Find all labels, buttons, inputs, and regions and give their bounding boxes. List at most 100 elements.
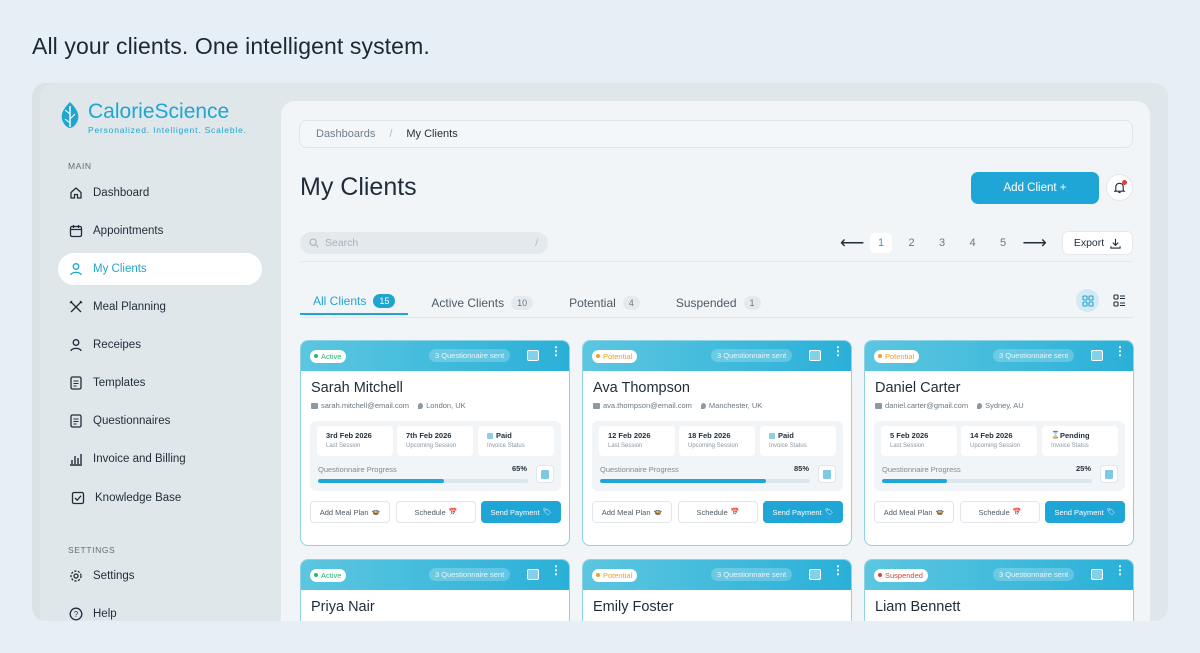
last-session: 12 Feb 2026 Last Session	[599, 426, 675, 456]
tab-potential[interactable]: Potential 4	[556, 291, 653, 315]
sidebar-item-help[interactable]: ? Help	[58, 598, 262, 621]
client-name: Liam Bennett	[875, 599, 961, 615]
toggle-icon[interactable]	[809, 350, 821, 361]
page-button-3[interactable]: 3	[931, 233, 953, 253]
schedule-button[interactable]: Schedule 📅	[396, 501, 476, 523]
page-button-5[interactable]: 5	[992, 233, 1014, 253]
page-button-4[interactable]: 4	[962, 233, 984, 253]
hourglass-icon: ⌛	[1051, 432, 1060, 439]
mail-icon	[311, 402, 318, 409]
more-options-button[interactable]: ⋮	[1114, 564, 1126, 576]
questionnaire-button[interactable]	[818, 465, 836, 483]
add-meal-plan-button[interactable]: Add Meal Plan 🍲	[874, 501, 954, 523]
progress-fill	[882, 479, 948, 483]
more-options-button[interactable]: ⋮	[832, 564, 844, 576]
toggle-icon[interactable]	[809, 569, 821, 580]
more-options-button[interactable]: ⋮	[1114, 345, 1126, 357]
clipboard-icon	[1105, 469, 1113, 479]
more-options-button[interactable]: ⋮	[832, 345, 844, 357]
brand-tagline: Personalized. Intelligent. Scaleble.	[88, 125, 247, 135]
notification-button[interactable]	[1106, 174, 1133, 201]
sidebar-item-questionnaires[interactable]: Questionnaires	[58, 405, 262, 437]
send-payment-button[interactable]: Send Payment 🏷	[481, 501, 561, 523]
logo[interactable]: CalorieScience Personalized. Intelligent…	[58, 101, 247, 135]
sidebar-item-label: My Clients	[93, 263, 147, 275]
upcoming-session-date: 7th Feb 2026	[406, 431, 452, 440]
schedule-button[interactable]: Schedule 📅	[960, 501, 1040, 523]
list-view-button[interactable]	[1109, 290, 1129, 310]
client-email: daniel.carter@gmail.com	[885, 401, 969, 410]
sidebar-item-receipes[interactable]: Receipes	[58, 329, 262, 361]
status-badge: Active	[310, 568, 347, 582]
export-button[interactable]: Export	[1062, 231, 1133, 255]
sidebar-item-appointments[interactable]: Appointments	[58, 215, 262, 247]
svg-text:?: ?	[74, 610, 79, 619]
progress-bar	[882, 479, 1092, 483]
questionnaire-button[interactable]	[1100, 465, 1118, 483]
grid-view-button[interactable]	[1076, 289, 1099, 312]
send-payment-button[interactable]: Send Payment 🏷	[1045, 501, 1125, 523]
add-meal-plan-button[interactable]: Add Meal Plan 🍲	[310, 501, 390, 523]
client-card[interactable]: Suspended 3 Questionnaire sent ⋮ Liam Be…	[864, 559, 1134, 621]
last-session-date: 12 Feb 2026	[608, 431, 651, 440]
sidebar-item-meal-planning[interactable]: Meal Planning	[58, 291, 262, 323]
client-card[interactable]: Active 3 Questionnaire sent ⋮ Sarah Mitc…	[300, 340, 570, 546]
sidebar-item-my-clients[interactable]: My Clients	[58, 253, 262, 285]
prev-page-button[interactable]: ⟵	[840, 233, 864, 253]
tab-suspended[interactable]: Suspended 1	[663, 291, 774, 315]
document-icon	[68, 413, 84, 429]
toggle-icon[interactable]	[527, 350, 539, 361]
meal-icon: 🍲	[653, 509, 663, 516]
search-icon	[309, 238, 319, 248]
tab-active-clients[interactable]: Active Clients 10	[418, 291, 546, 315]
page-button-2[interactable]: 2	[901, 233, 923, 253]
more-options-button[interactable]: ⋮	[550, 564, 562, 576]
sidebar-item-dashboard[interactable]: Dashboard	[58, 177, 262, 209]
client-card[interactable]: Potential 3 Questionnaire sent ⋮ Emily F…	[582, 559, 852, 621]
clipboard-icon	[541, 469, 549, 479]
status-dot	[878, 354, 882, 358]
sidebar-item-templates[interactable]: Templates	[58, 367, 262, 399]
tab-label: Active Clients	[431, 296, 505, 310]
client-meta: daniel.carter@gmail.com Sydney, AU	[875, 401, 1024, 410]
sidebar-item-settings[interactable]: Settings	[58, 560, 262, 592]
add-client-button[interactable]: Add Client +	[971, 172, 1099, 204]
client-card[interactable]: Potential 3 Questionnaire sent ⋮ Ava Tho…	[582, 340, 852, 546]
tab-all-clients[interactable]: All Clients 15	[300, 291, 409, 315]
sidebar-item-label: Meal Planning	[93, 301, 166, 313]
page-button-1[interactable]: 1	[870, 233, 892, 253]
progress-bar	[318, 479, 528, 483]
session-stats: 12 Feb 2026 Last Session 18 Feb 2026 Upcom…	[592, 421, 843, 491]
client-card[interactable]: Active 3 Questionnaire sent ⋮ Priya Nair	[300, 559, 570, 621]
sidebar-item-invoice-billing[interactable]: Invoice and Billing	[58, 443, 262, 475]
toggle-icon[interactable]	[1091, 350, 1103, 361]
next-page-button[interactable]: ⟶	[1023, 233, 1047, 253]
client-card[interactable]: Potential 3 Questionnaire sent ⋮ Daniel …	[864, 340, 1134, 546]
client-tabs: All Clients 15 Active Clients 10 Potenti…	[300, 291, 784, 317]
invoice-value: Paid	[778, 431, 794, 440]
search-input[interactable]: Search /	[300, 232, 548, 254]
page-title: My Clients	[300, 173, 417, 201]
breadcrumb-dashboards[interactable]: Dashboards	[316, 128, 375, 140]
toggle-icon[interactable]	[1091, 569, 1103, 580]
location-pin-icon	[977, 402, 983, 409]
utensils-icon	[68, 299, 84, 315]
send-payment-button[interactable]: Send Payment 🏷	[763, 501, 843, 523]
button-label: Schedule	[414, 507, 446, 517]
toggle-icon[interactable]	[527, 569, 539, 580]
user-icon	[68, 337, 84, 353]
list-icon	[1112, 293, 1125, 307]
add-meal-plan-button[interactable]: Add Meal Plan 🍲	[592, 501, 672, 523]
questionnaire-button[interactable]	[536, 465, 554, 483]
calendar-icon: 📅	[730, 509, 740, 516]
sidebar-item-knowledge-base[interactable]: Knowledge Base	[58, 482, 262, 514]
upcoming-session: 7th Feb 2026 Upcoming Session	[397, 426, 473, 456]
status-dot	[596, 573, 600, 577]
sidebar-item-label: Questionnaires	[93, 415, 171, 427]
progress-bar	[600, 479, 810, 483]
more-options-button[interactable]: ⋮	[550, 345, 562, 357]
search-placeholder: Search	[325, 237, 359, 249]
questionnaire-sent-badge: 3 Questionnaire sent	[711, 349, 793, 362]
last-session-label: Last Session	[326, 443, 361, 449]
schedule-button[interactable]: Schedule 📅	[678, 501, 758, 523]
